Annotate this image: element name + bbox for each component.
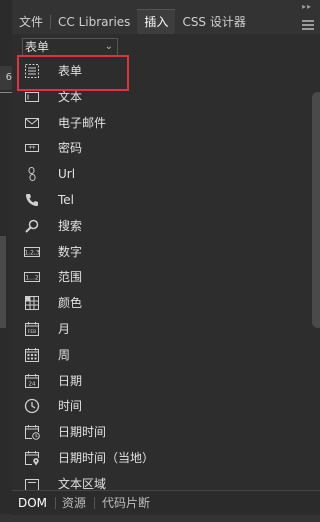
bottom-tabs: DOM 资源 代码片断	[12, 490, 320, 515]
insert-item-label: 日期时间（当地）	[58, 450, 155, 465]
date-calendar-icon: 24	[24, 373, 40, 389]
insert-item-number[interactable]: 1,2,3 数字	[12, 239, 298, 265]
tab-snippets[interactable]: 代码片断	[102, 491, 150, 515]
panel-tabs: 文件 CC Libraries 插入 CSS 设计器	[12, 9, 320, 34]
text-field-icon	[24, 89, 40, 105]
password-icon: **	[24, 140, 40, 156]
tab-cc-libraries[interactable]: CC Libraries	[51, 10, 137, 34]
insert-item-datetime-local[interactable]: 日期时间（当地）	[12, 445, 298, 471]
insert-item-label: 日期	[58, 373, 83, 388]
tab-dom[interactable]: DOM	[18, 491, 47, 515]
insert-item-label: Url	[58, 167, 76, 182]
tab-css-designer[interactable]: CSS 设计器	[175, 10, 252, 34]
svg-text:24: 24	[29, 381, 36, 387]
insert-item-date[interactable]: 24 日期	[12, 368, 298, 394]
url-link-icon	[24, 166, 40, 182]
insert-item-list: 表单 文本 电子邮件 ** 密码 Url Tel 搜索 1,2,3 数字 1..…	[12, 58, 298, 497]
insert-item-label: 日期时间	[58, 425, 107, 440]
adjacent-panel-underline	[0, 92, 12, 93]
category-select-value: 表单	[25, 40, 50, 54]
svg-text:1...2: 1...2	[25, 275, 39, 282]
insert-item-label: 电子邮件	[58, 115, 107, 130]
tab-files[interactable]: 文件	[12, 10, 50, 34]
insert-item-color[interactable]: 颜色	[12, 290, 298, 316]
svg-text:**: **	[29, 145, 37, 153]
insert-item-label: 搜索	[58, 218, 83, 233]
insert-panel: 表单 ⌄ 表单 文本 电子邮件 ** 密码 Url Tel 搜索 1,2,3 数…	[12, 34, 320, 491]
email-icon	[24, 115, 40, 131]
month-calendar-icon: FEB	[24, 321, 40, 337]
svg-text:FEB: FEB	[28, 329, 37, 335]
category-select[interactable]: 表单 ⌄	[22, 38, 118, 56]
range-icon: 1...2	[24, 269, 40, 285]
insert-item-label: 颜色	[58, 296, 83, 311]
insert-item-label: 周	[58, 347, 71, 362]
insert-item-label: 范围	[58, 270, 83, 285]
insert-item-label: 时间	[58, 399, 83, 414]
search-icon	[24, 218, 40, 234]
insert-item-label: Tel	[58, 192, 75, 207]
insert-item-label: 数字	[58, 244, 83, 259]
number-icon: 1,2,3	[24, 244, 40, 260]
insert-item-label: 密码	[58, 141, 83, 156]
insert-item-datetime[interactable]: 日期时间	[12, 419, 298, 445]
insert-item-month[interactable]: FEB 月	[12, 316, 298, 342]
adjacent-panel-text: 6	[0, 66, 12, 90]
insert-item-range[interactable]: 1...2 范围	[12, 264, 298, 290]
datetime-local-icon	[24, 450, 40, 466]
insert-item-week[interactable]: 周	[12, 342, 298, 368]
tab-insert[interactable]: 插入	[137, 9, 176, 34]
insert-item-label: 月	[58, 321, 71, 336]
phone-icon	[24, 192, 40, 208]
tab-assets[interactable]: 资源	[62, 491, 86, 515]
insert-item-url[interactable]: Url	[12, 161, 298, 187]
datetime-icon	[24, 424, 40, 440]
panel-menu-icon[interactable]	[302, 20, 314, 30]
insert-item-search[interactable]: 搜索	[12, 213, 298, 239]
scrollbar-thumb[interactable]	[312, 92, 320, 328]
svg-text:1,2,3: 1,2,3	[24, 249, 39, 256]
week-calendar-icon	[24, 347, 40, 363]
adjacent-panel-scrollbar[interactable]	[0, 236, 6, 328]
tab-separator	[94, 497, 95, 509]
insert-item-time[interactable]: 时间	[12, 393, 298, 419]
insert-item-email[interactable]: 电子邮件	[12, 110, 298, 136]
adjacent-panel-edge: 6	[0, 0, 12, 514]
color-grid-icon	[24, 295, 40, 311]
insert-panel-scrollbar[interactable]	[309, 92, 320, 522]
highlight-box	[17, 55, 129, 91]
tab-separator	[55, 497, 56, 509]
insert-item-password[interactable]: ** 密码	[12, 135, 298, 161]
chevron-down-icon: ⌄	[104, 41, 113, 52]
insert-item-tel[interactable]: Tel	[12, 187, 298, 213]
clock-icon	[24, 398, 40, 414]
